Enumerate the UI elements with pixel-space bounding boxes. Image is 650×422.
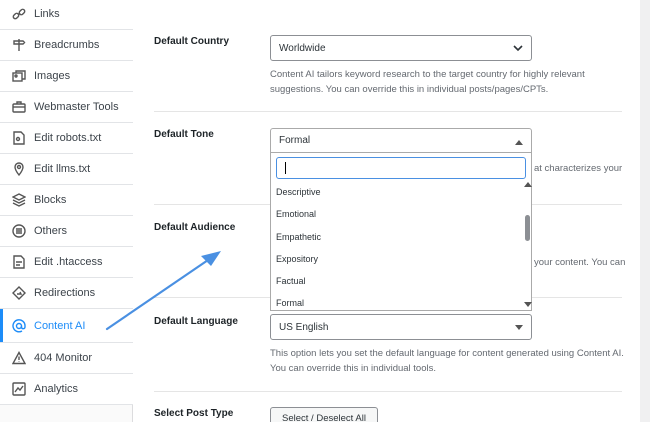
images-icon	[12, 69, 26, 83]
sidebar-item-links[interactable]: Links	[0, 0, 133, 30]
text-cursor	[285, 162, 286, 174]
redirect-icon	[12, 286, 26, 300]
sidebar-item-label: 404 Monitor	[34, 352, 93, 364]
sidebar-item-edit-llms[interactable]: Edit llms.txt	[0, 154, 133, 185]
sidebar-item-breadcrumbs[interactable]: Breadcrumbs	[0, 30, 133, 61]
tone-option-emotional[interactable]: Emotional	[276, 209, 316, 219]
signpost-icon	[12, 38, 26, 52]
default-country-value: Worldwide	[279, 42, 326, 54]
section-divider	[154, 111, 622, 112]
sidebar-item-webmaster-tools[interactable]: Webmaster Tools	[0, 92, 133, 123]
default-tone-value: Formal	[279, 135, 311, 146]
tone-option-formal[interactable]: Formal	[276, 298, 304, 308]
default-tone-description: at characterizes your	[534, 163, 623, 174]
default-language-label: Default Language	[154, 316, 238, 327]
scrollbar-thumb[interactable]	[525, 215, 530, 241]
sidebar-item-label: Webmaster Tools	[34, 101, 119, 113]
sidebar-item-redirections[interactable]: Redirections	[0, 278, 133, 309]
sidebar-item-label: Content AI	[34, 319, 86, 332]
tone-dropdown: Descriptive Emotional Empathetic Exposit…	[270, 153, 532, 311]
chevron-down-icon	[513, 45, 523, 52]
tone-option-descriptive[interactable]: Descriptive	[276, 187, 321, 197]
robots-file-icon	[12, 131, 26, 145]
file-edit-icon	[12, 255, 26, 269]
page-margin	[640, 0, 650, 422]
tone-option-factual[interactable]: Factual	[276, 276, 306, 286]
link-icon	[12, 7, 26, 21]
sidebar-item-label: Images	[34, 70, 71, 82]
settings-sidebar: Links Breadcrumbs Images Webmaster Tools…	[0, 0, 133, 422]
select-deselect-all-button[interactable]: Select / Deselect All	[270, 407, 378, 422]
caret-up-icon	[515, 140, 523, 145]
default-language-select[interactable]: US English	[270, 314, 532, 340]
default-tone-select[interactable]: Formal	[270, 128, 532, 153]
section-divider	[154, 391, 622, 392]
default-audience-label: Default Audience	[154, 222, 236, 233]
select-post-type-label: Select Post Type	[154, 408, 234, 419]
sidebar-item-label: Redirections	[34, 287, 96, 299]
circle-menu-icon	[12, 224, 26, 238]
default-tone-label: Default Tone	[154, 129, 214, 140]
sidebar-item-label: Links	[34, 8, 60, 20]
sidebar-item-label: Edit .htaccess	[34, 256, 103, 268]
default-country-description-line-2: suggestions. You can override this in in…	[270, 84, 549, 95]
sidebar-item-blocks[interactable]: Blocks	[0, 185, 133, 216]
default-country-label: Default Country	[154, 36, 229, 47]
sidebar-item-label: Edit llms.txt	[34, 163, 91, 175]
tone-option-empathetic[interactable]: Empathetic	[276, 232, 321, 242]
sidebar-item-label: Others	[34, 225, 68, 237]
warning-icon	[12, 351, 26, 365]
sidebar-item-label: Edit robots.txt	[34, 132, 102, 144]
default-country-select[interactable]: Worldwide	[270, 35, 532, 61]
blocks-icon	[12, 193, 26, 207]
sidebar-item-edit-robots[interactable]: Edit robots.txt	[0, 123, 133, 154]
default-country-description-line-1: Content AI tailors keyword research to t…	[270, 69, 585, 80]
sidebar-item-images[interactable]: Images	[0, 61, 133, 92]
caret-down-icon	[515, 325, 523, 330]
scroll-up-arrow-icon[interactable]	[524, 181, 532, 187]
default-language-description-line-2: You can override this in individual tool…	[270, 363, 436, 374]
sidebar-item-label: Analytics	[34, 383, 79, 395]
location-pin-icon	[12, 162, 26, 176]
toolbox-icon	[12, 100, 26, 114]
sidebar-item-label: Blocks	[34, 194, 67, 206]
scroll-down-arrow-icon[interactable]	[524, 302, 532, 308]
default-language-description-line-1: This option lets you set the default lan…	[270, 348, 624, 359]
sidebar-item-label: Breadcrumbs	[34, 39, 100, 51]
tone-option-expository[interactable]: Expository	[276, 254, 318, 264]
sidebar-item-content-ai[interactable]: Content AI	[0, 309, 133, 343]
sidebar-item-404-monitor[interactable]: 404 Monitor	[0, 343, 133, 374]
sidebar-item-analytics[interactable]: Analytics	[0, 374, 133, 405]
at-sign-icon	[12, 318, 26, 333]
tone-dropdown-scrollbar[interactable]	[524, 181, 532, 309]
default-language-value: US English	[279, 321, 329, 333]
chart-icon	[12, 382, 26, 396]
sidebar-item-edit-htaccess[interactable]: Edit .htaccess	[0, 247, 133, 278]
default-audience-description: your content. You can	[534, 257, 626, 268]
sidebar-item-others[interactable]: Others	[0, 216, 133, 247]
tone-search-input[interactable]	[276, 157, 526, 179]
